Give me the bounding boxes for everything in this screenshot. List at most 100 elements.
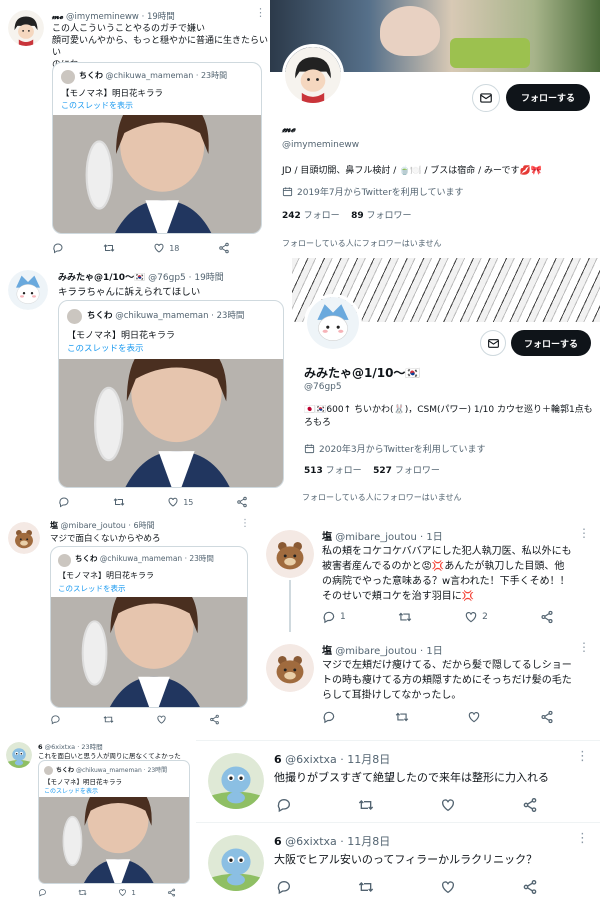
share-icon[interactable] [236, 496, 248, 508]
tweet-card-4[interactable]: 塩 @mibare_joutou · 1日 ⋮ 私の頬をコケコケババアにした犯人… [258, 516, 600, 632]
show-thread-link[interactable]: このスレッドを表示 [58, 583, 126, 594]
reply-icon[interactable] [50, 714, 61, 725]
author-name[interactable]: 𝓶𝓮 [52, 12, 63, 22]
tweet-card-1[interactable]: 𝓶𝓮 @imymemineww · 19時間 ⋮ この人こういうことやるのガチで… [0, 0, 268, 258]
tweet-card-5[interactable]: 塩 @mibare_joutou · 1日 ⋮ マジで左頬だけ痩けてる、だから髪… [258, 634, 600, 738]
like-icon[interactable] [153, 242, 165, 254]
followers-link[interactable]: 89 フォロワー [351, 211, 411, 221]
profile-avatar[interactable] [304, 294, 362, 352]
more-options-icon[interactable]: ⋮ [578, 640, 590, 654]
author-handle[interactable]: @6xixtxa [285, 753, 337, 766]
avatar[interactable] [208, 753, 264, 809]
profile-avatar[interactable] [282, 44, 344, 106]
following-link[interactable]: 242 フォロー [282, 211, 340, 221]
like-icon[interactable] [118, 888, 127, 897]
retweet-icon[interactable] [103, 714, 114, 725]
tweet-card-7[interactable]: 6 @6xixtxa · 11月8日 ⋮ 他撮りがブスすぎて絶望したので来年は整… [196, 740, 600, 820]
like-icon[interactable] [440, 797, 456, 813]
like-button[interactable]: 18 [153, 242, 179, 254]
tweet-card-3[interactable]: 塩 @mibare_joutou · 6時間 ⋮ マジで面白くないからやめろ ち… [0, 514, 256, 736]
more-options-icon[interactable]: ⋮ [240, 518, 250, 529]
tweet-time[interactable]: 19時間 [147, 12, 175, 22]
follow-button[interactable]: フォローする [506, 84, 590, 111]
like-button[interactable]: 2 [464, 610, 488, 624]
tweet-time[interactable]: 11月8日 [347, 835, 390, 848]
tweet-card-8[interactable]: 6 @6xixtxa · 11月8日 ⋮ 大阪でヒアル安いのってフィラーかルラク… [196, 822, 600, 902]
reply-icon[interactable] [322, 610, 336, 624]
quote-image[interactable] [53, 115, 261, 233]
share-icon[interactable] [218, 242, 230, 254]
author-handle[interactable]: @mibare_joutou [335, 646, 417, 657]
share-icon[interactable] [209, 714, 220, 725]
tweet-card-6[interactable]: 6 @6xixtxa · 23時間 これを面白いと思う人が周りに居なくてよかった… [0, 738, 194, 902]
more-options-icon[interactable]: ⋮ [576, 749, 589, 764]
reply-icon[interactable] [52, 242, 64, 254]
like-icon[interactable] [440, 879, 456, 895]
show-thread-link[interactable]: このスレッドを表示 [44, 786, 98, 795]
share-icon[interactable] [540, 710, 554, 724]
retweet-icon[interactable] [398, 610, 412, 624]
share-icon[interactable] [540, 610, 554, 624]
author-name[interactable]: 塩 [50, 521, 58, 530]
avatar[interactable] [6, 742, 32, 768]
following-link[interactable]: 513 フォロー [304, 466, 362, 476]
quoted-tweet[interactable]: ちくわ @chikuwa_mameman · 23時間 【モノマネ】明日花キララ… [50, 546, 248, 708]
avatar[interactable] [266, 530, 314, 578]
avatar[interactable] [8, 522, 40, 554]
reply-icon[interactable] [58, 496, 70, 508]
author-name[interactable]: 6 [274, 835, 282, 848]
more-options-icon[interactable]: ⋮ [576, 831, 589, 846]
avatar[interactable] [266, 644, 314, 692]
reply-button[interactable]: 1 [322, 610, 346, 624]
like-icon[interactable] [156, 714, 167, 725]
quoted-tweet[interactable]: ちくわ @chikuwa_mameman · 23時間 【モノマネ】明日花キララ… [38, 760, 190, 884]
retweet-icon[interactable] [395, 710, 409, 724]
avatar[interactable] [208, 835, 264, 891]
author-name[interactable]: 塩 [322, 646, 332, 657]
more-options-icon[interactable]: ⋮ [578, 526, 590, 540]
tweet-time[interactable]: 1日 [426, 646, 442, 657]
author-handle[interactable]: @6xixtxa [285, 835, 337, 848]
retweet-icon[interactable] [78, 888, 87, 897]
quote-image[interactable] [51, 597, 247, 707]
tweet-time[interactable]: 1日 [426, 532, 442, 543]
quote-image[interactable] [59, 359, 283, 487]
like-icon[interactable] [467, 710, 481, 724]
like-button[interactable]: 1 [118, 888, 136, 897]
message-button[interactable] [480, 330, 506, 356]
author-name[interactable]: 6 [274, 753, 282, 766]
show-thread-link[interactable]: このスレッドを表示 [67, 342, 144, 354]
share-icon[interactable] [522, 879, 538, 895]
author-handle[interactable]: @76gp5 [148, 273, 186, 283]
avatar[interactable] [8, 10, 44, 46]
author-handle[interactable]: @mibare_joutou [61, 521, 126, 530]
tweet-time[interactable]: 19時間 [194, 273, 223, 283]
reply-icon[interactable] [276, 879, 292, 895]
reply-icon[interactable] [322, 710, 336, 724]
tweet-time[interactable]: 6時間 [134, 521, 155, 530]
quoted-tweet[interactable]: ちくわ @chikuwa_mameman · 23時間 【モノマネ】明日花キララ… [52, 62, 262, 234]
more-options-icon[interactable]: ⋮ [255, 6, 266, 19]
followers-link[interactable]: 527 フォロワー [373, 466, 440, 476]
reply-icon[interactable] [276, 797, 292, 813]
retweet-icon[interactable] [103, 242, 115, 254]
author-name[interactable]: 塩 [322, 532, 332, 543]
author-handle[interactable]: @imymemineww [66, 12, 139, 22]
author-name[interactable]: みみたゃ@1/10〜🇰🇷 [58, 273, 145, 283]
author-handle[interactable]: @mibare_joutou [335, 532, 417, 543]
reply-icon[interactable] [38, 888, 47, 897]
message-button[interactable] [472, 84, 500, 112]
retweet-icon[interactable] [113, 496, 125, 508]
like-icon[interactable] [464, 610, 478, 624]
tweet-time[interactable]: 11月8日 [347, 753, 390, 766]
share-icon[interactable] [522, 797, 538, 813]
tweet-card-2[interactable]: みみたゃ@1/10〜🇰🇷 @76gp5 · 19時間 キララちゃんに訴えられてほ… [0, 260, 290, 512]
share-icon[interactable] [167, 888, 176, 897]
retweet-icon[interactable] [358, 797, 374, 813]
avatar[interactable] [8, 270, 48, 310]
like-icon[interactable] [167, 496, 179, 508]
quote-image[interactable] [39, 797, 189, 883]
quoted-tweet[interactable]: ちくわ @chikuwa_mameman · 23時間 【モノマネ】明日花キララ… [58, 300, 284, 488]
follow-button[interactable]: フォローする [511, 330, 591, 356]
retweet-icon[interactable] [358, 879, 374, 895]
